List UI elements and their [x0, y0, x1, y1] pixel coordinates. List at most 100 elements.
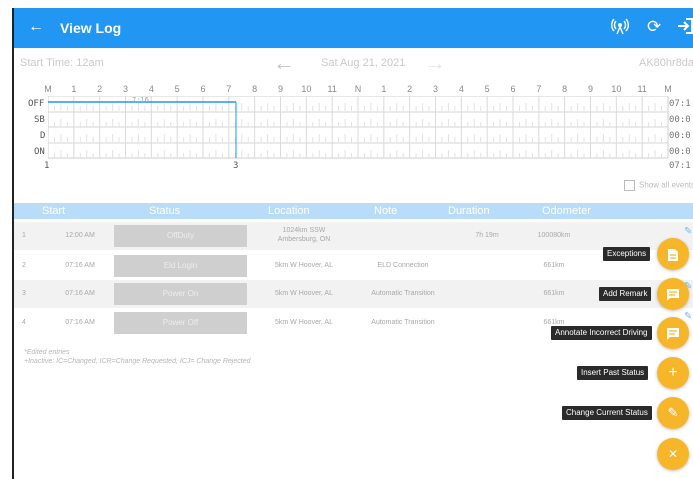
- graph-marker-time: 7:16: [132, 96, 149, 104]
- logout-icon[interactable]: [676, 17, 693, 40]
- document-icon: [668, 248, 678, 261]
- column-header-note: Note: [374, 205, 398, 217]
- previous-day-arrow-icon[interactable]: ←: [273, 52, 295, 74]
- graph-hour-label: 1: [381, 84, 387, 94]
- app-window: ← View Log ⟳ Start Time: 12am ← Sat Aug …: [0, 0, 693, 479]
- status-badge: OffDuty: [114, 225, 247, 247]
- row-location: 5km W Hoover, AL: [275, 319, 333, 326]
- row-note: Automatic Transition: [371, 290, 435, 297]
- table-row[interactable]: 1 12:00 AM OffDuty 1024km SSW Ambersburg…: [14, 222, 693, 250]
- row-number: 3: [22, 290, 26, 297]
- column-header-location: Location: [268, 205, 310, 217]
- duty-grid: [48, 96, 669, 159]
- graph-hour-label: 2: [407, 84, 413, 94]
- next-day-arrow-icon[interactable]: →: [424, 52, 446, 74]
- annotate-incorrect-driving-button[interactable]: [657, 317, 689, 349]
- graph-hour-label: 11: [637, 84, 647, 94]
- graph-hour-label: 11: [327, 84, 337, 94]
- graph-hour-label: 10: [611, 84, 622, 94]
- status-badge: Power Off: [114, 312, 247, 334]
- legend-notes: *Edited entries +Inactive: IC=Changed, I…: [24, 348, 250, 366]
- total-d: 00:0: [669, 131, 691, 141]
- edit-row-pencil-icon[interactable]: ✎: [684, 311, 692, 322]
- graph-mark-1: 1: [44, 161, 50, 171]
- graph-hour-label: 8: [562, 84, 568, 94]
- change-current-status-button[interactable]: ✎: [657, 397, 689, 429]
- insert-past-status-button[interactable]: +: [657, 357, 689, 389]
- table-row[interactable]: 3 07:16 AM Power On 5km W Hoover, AL Aut…: [14, 280, 693, 308]
- row-note: Automatic Transition: [371, 319, 435, 326]
- show-all-events-toggle[interactable]: Show all events: [624, 180, 693, 191]
- graph-hour-label: 9: [587, 84, 593, 94]
- add-remark-button[interactable]: [657, 278, 689, 310]
- column-header-duration: Duration: [448, 205, 490, 217]
- row-location-city: Ambersburg, ON: [277, 236, 331, 243]
- row-number: 2: [22, 262, 26, 269]
- fab-label-change-current-status[interactable]: Change Current Status: [562, 406, 652, 420]
- eld-connection-icon[interactable]: [611, 17, 629, 40]
- graph-hour-label: 7: [536, 84, 542, 94]
- comment-icon: [667, 327, 679, 340]
- graph-mark-3: 3: [233, 161, 239, 171]
- fab-label-insert-past-status[interactable]: Insert Past Status: [577, 366, 649, 380]
- close-icon: ✕: [667, 447, 679, 461]
- page-title: View Log: [60, 20, 122, 36]
- arrow-left-icon[interactable]: ←: [28, 18, 44, 36]
- status-label-off: OFF: [28, 99, 45, 109]
- start-time-label: Start Time: 12am: [20, 57, 104, 69]
- row-start: 12:00 AM: [65, 232, 95, 239]
- row-start: 07:16 AM: [65, 290, 95, 297]
- fab-label-add-remark[interactable]: Add Remark: [599, 287, 652, 301]
- graph-hour-label: N: [354, 84, 362, 94]
- grand-total: 07:1: [669, 161, 691, 171]
- graph-hour-label: 10: [301, 84, 312, 94]
- status-badge: Eld Login: [114, 255, 247, 277]
- total-sb: 00:0: [669, 115, 691, 125]
- graph-hour-label: 1: [71, 84, 77, 94]
- graph-hour-label: M: [44, 84, 52, 94]
- graph-hour-label: 3: [432, 84, 438, 94]
- log-date: Sat Aug 21, 2021: [321, 57, 406, 69]
- graph-hour-label: 9: [277, 84, 283, 94]
- total-on: 00:0: [669, 147, 691, 157]
- total-off: 07:1: [669, 99, 691, 109]
- graph-hour-label: 8: [252, 84, 258, 94]
- comment-icon: [667, 288, 679, 301]
- row-odometer: 661km: [543, 319, 565, 326]
- graph-hour-label: M: [664, 84, 672, 94]
- close-fab-menu-button[interactable]: ✕: [657, 438, 689, 470]
- exceptions-button[interactable]: [657, 238, 689, 270]
- table-row[interactable]: 2 07:16 AM Eld Login 5km W Hoover, AL EL…: [14, 252, 693, 280]
- graph-hour-label: 5: [484, 84, 490, 94]
- graph-hour-label: 4: [458, 84, 464, 94]
- pencil-icon: ✎: [667, 405, 679, 420]
- graph-hour-label: 7: [226, 84, 232, 94]
- refresh-icon[interactable]: ⟳: [647, 17, 661, 37]
- row-duration: 7h 19m: [475, 232, 499, 239]
- ruleset-label: AK80hr8day: [639, 57, 693, 69]
- plus-icon: +: [668, 364, 678, 381]
- status-label-d: D: [40, 131, 46, 141]
- show-all-events-label: Show all events: [639, 180, 693, 190]
- app-bar: ← View Log ⟳: [14, 8, 693, 48]
- fab-label-annotate-incorrect-driving[interactable]: Annotate Incorrect Driving: [551, 326, 652, 340]
- edit-row-pencil-icon[interactable]: ✎: [684, 226, 692, 237]
- column-header-status: Status: [149, 205, 181, 217]
- graph-hour-label: 2: [97, 84, 103, 94]
- duty-status-graph: M 1 2 3 4 5 6 7 8 9 10 11 N 1 2 3 4 5 6 7 8 9 10 11 M OFF SB D O…: [14, 84, 693, 174]
- edited-entries-note: *Edited entries: [24, 349, 70, 356]
- row-location: 1024km SSW: [282, 227, 326, 234]
- row-number: 4: [22, 319, 26, 326]
- column-header-start: Start: [42, 205, 66, 217]
- status-label-sb: SB: [34, 115, 45, 125]
- row-number: 1: [22, 232, 26, 239]
- fab-label-exceptions[interactable]: Exceptions: [603, 247, 651, 261]
- status-badge: Power On: [114, 283, 247, 305]
- checkbox-icon[interactable]: [624, 180, 635, 191]
- row-location: 5km W Hoover, AL: [275, 262, 333, 269]
- events-table-header: Start Status Location Note Duration Odom…: [14, 203, 693, 219]
- graph-hour-label: 4: [148, 84, 154, 94]
- row-odometer: 661km: [543, 290, 565, 297]
- column-header-odometer: Odometer: [542, 205, 591, 217]
- row-note: ELD Connection: [377, 262, 429, 269]
